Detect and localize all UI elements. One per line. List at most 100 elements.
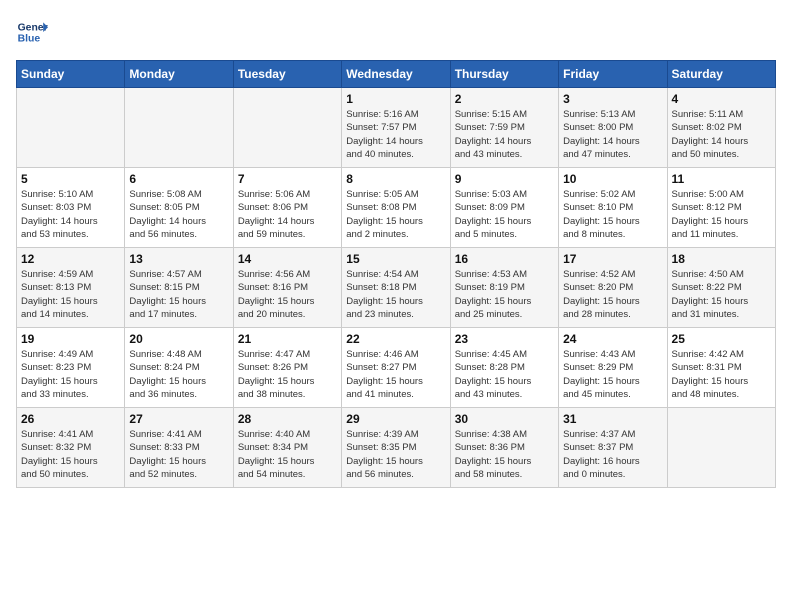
day-info: Sunrise: 5:02 AM Sunset: 8:10 PM Dayligh… <box>563 188 662 241</box>
day-number: 2 <box>455 92 554 106</box>
calendar-cell: 5Sunrise: 5:10 AM Sunset: 8:03 PM Daylig… <box>17 168 125 248</box>
day-number: 8 <box>346 172 445 186</box>
day-number: 10 <box>563 172 662 186</box>
calendar-body: 1 Sunrise: 5:16 AM Sunset: 7:57 PM Daylig… <box>17 88 776 488</box>
calendar-table: SundayMondayTuesdayWednesdayThursdayFrid… <box>16 60 776 488</box>
day-number: 23 <box>455 332 554 346</box>
day-info: Sunrise: 4:49 AM Sunset: 8:23 PM Dayligh… <box>21 348 120 401</box>
calendar-cell: 14 Sunrise: 4:56 AM Sunset: 8:16 PM Dayli… <box>233 248 341 328</box>
day-number: 30 <box>455 412 554 426</box>
calendar-cell: 20 Sunrise: 4:48 AM Sunset: 8:24 PM Dayli… <box>125 328 233 408</box>
day-info: Sunrise: 4:57 AM Sunset: 8:15 PM Dayligh… <box>129 268 228 321</box>
day-info: Sunrise: 5:00 AM Sunset: 8:12 PM Dayligh… <box>672 188 771 241</box>
calendar-cell: 16 Sunrise: 4:53 AM Sunset: 8:19 PM Dayli… <box>450 248 558 328</box>
weekday-header: Thursday <box>450 61 558 88</box>
calendar-cell: 30 Sunrise: 4:38 AM Sunset: 8:36 PM Dayli… <box>450 408 558 488</box>
day-info: Sunrise: 4:41 AM Sunset: 8:32 PM Dayligh… <box>21 428 120 481</box>
day-info: Sunrise: 4:48 AM Sunset: 8:24 PM Dayligh… <box>129 348 228 401</box>
calendar-week: 26 Sunrise: 4:41 AM Sunset: 8:32 PM Dayli… <box>17 408 776 488</box>
svg-text:Blue: Blue <box>18 34 41 45</box>
day-info: Sunrise: 4:56 AM Sunset: 8:16 PM Dayligh… <box>238 268 337 321</box>
calendar-cell: 27Sunrise: 4:41 AM Sunset: 8:33 PM Dayli… <box>125 408 233 488</box>
day-info: Sunrise: 5:10 AM Sunset: 8:03 PM Dayligh… <box>21 188 120 241</box>
calendar-cell: 7 Sunrise: 5:06 AM Sunset: 8:06 PM Daylig… <box>233 168 341 248</box>
day-number: 17 <box>563 252 662 266</box>
day-info: Sunrise: 4:39 AM Sunset: 8:35 PM Dayligh… <box>346 428 445 481</box>
day-number: 9 <box>455 172 554 186</box>
day-info: Sunrise: 4:53 AM Sunset: 8:19 PM Dayligh… <box>455 268 554 321</box>
day-info: Sunrise: 4:41 AM Sunset: 8:33 PM Dayligh… <box>129 428 228 481</box>
day-number: 28 <box>238 412 337 426</box>
day-info: Sunrise: 5:16 AM Sunset: 7:57 PM Dayligh… <box>346 108 445 161</box>
day-number: 22 <box>346 332 445 346</box>
day-number: 20 <box>129 332 228 346</box>
day-info: Sunrise: 4:42 AM Sunset: 8:31 PM Dayligh… <box>672 348 771 401</box>
day-number: 14 <box>238 252 337 266</box>
weekday-header: Wednesday <box>342 61 450 88</box>
day-info: Sunrise: 5:05 AM Sunset: 8:08 PM Dayligh… <box>346 188 445 241</box>
day-number: 6 <box>129 172 228 186</box>
weekday-header: Sunday <box>17 61 125 88</box>
weekday-header: Monday <box>125 61 233 88</box>
day-number: 26 <box>21 412 120 426</box>
day-number: 31 <box>563 412 662 426</box>
calendar-cell: 15Sunrise: 4:54 AM Sunset: 8:18 PM Dayli… <box>342 248 450 328</box>
calendar-cell: 31 Sunrise: 4:37 AM Sunset: 8:37 PM Dayli… <box>559 408 667 488</box>
logo: General Blue <box>16 16 48 48</box>
calendar-week: 5Sunrise: 5:10 AM Sunset: 8:03 PM Daylig… <box>17 168 776 248</box>
calendar-week: 19 Sunrise: 4:49 AM Sunset: 8:23 PM Dayli… <box>17 328 776 408</box>
day-info: Sunrise: 4:37 AM Sunset: 8:37 PM Dayligh… <box>563 428 662 481</box>
calendar-cell: 9 Sunrise: 5:03 AM Sunset: 8:09 PM Daylig… <box>450 168 558 248</box>
calendar-cell: 25 Sunrise: 4:42 AM Sunset: 8:31 PM Dayli… <box>667 328 775 408</box>
day-number: 24 <box>563 332 662 346</box>
day-info: Sunrise: 4:43 AM Sunset: 8:29 PM Dayligh… <box>563 348 662 401</box>
calendar-week: 12 Sunrise: 4:59 AM Sunset: 8:13 PM Dayli… <box>17 248 776 328</box>
day-number: 21 <box>238 332 337 346</box>
calendar-cell: 1 Sunrise: 5:16 AM Sunset: 7:57 PM Daylig… <box>342 88 450 168</box>
calendar-cell: 2 Sunrise: 5:15 AM Sunset: 7:59 PM Daylig… <box>450 88 558 168</box>
page-header: General Blue <box>16 16 776 48</box>
day-number: 25 <box>672 332 771 346</box>
weekday-header: Saturday <box>667 61 775 88</box>
day-number: 13 <box>129 252 228 266</box>
calendar-cell: 22 Sunrise: 4:46 AM Sunset: 8:27 PM Dayli… <box>342 328 450 408</box>
calendar-cell: 29 Sunrise: 4:39 AM Sunset: 8:35 PM Dayli… <box>342 408 450 488</box>
day-number: 16 <box>455 252 554 266</box>
day-number: 18 <box>672 252 771 266</box>
day-info: Sunrise: 5:13 AM Sunset: 8:00 PM Dayligh… <box>563 108 662 161</box>
day-number: 1 <box>346 92 445 106</box>
day-info: Sunrise: 5:15 AM Sunset: 7:59 PM Dayligh… <box>455 108 554 161</box>
calendar-cell <box>17 88 125 168</box>
day-info: Sunrise: 5:08 AM Sunset: 8:05 PM Dayligh… <box>129 188 228 241</box>
weekday-header: Friday <box>559 61 667 88</box>
calendar-cell: 21Sunrise: 4:47 AM Sunset: 8:26 PM Dayli… <box>233 328 341 408</box>
day-number: 29 <box>346 412 445 426</box>
calendar-week: 1 Sunrise: 5:16 AM Sunset: 7:57 PM Daylig… <box>17 88 776 168</box>
day-number: 12 <box>21 252 120 266</box>
calendar-cell: 26 Sunrise: 4:41 AM Sunset: 8:32 PM Dayli… <box>17 408 125 488</box>
day-info: Sunrise: 5:03 AM Sunset: 8:09 PM Dayligh… <box>455 188 554 241</box>
calendar-cell: 4Sunrise: 5:11 AM Sunset: 8:02 PM Daylig… <box>667 88 775 168</box>
day-info: Sunrise: 4:59 AM Sunset: 8:13 PM Dayligh… <box>21 268 120 321</box>
day-number: 11 <box>672 172 771 186</box>
calendar-cell <box>667 408 775 488</box>
day-info: Sunrise: 4:52 AM Sunset: 8:20 PM Dayligh… <box>563 268 662 321</box>
calendar-header: SundayMondayTuesdayWednesdayThursdayFrid… <box>17 61 776 88</box>
calendar-cell: 23Sunrise: 4:45 AM Sunset: 8:28 PM Dayli… <box>450 328 558 408</box>
day-info: Sunrise: 4:50 AM Sunset: 8:22 PM Dayligh… <box>672 268 771 321</box>
calendar-cell: 8 Sunrise: 5:05 AM Sunset: 8:08 PM Daylig… <box>342 168 450 248</box>
day-info: Sunrise: 4:46 AM Sunset: 8:27 PM Dayligh… <box>346 348 445 401</box>
day-number: 19 <box>21 332 120 346</box>
day-info: Sunrise: 4:38 AM Sunset: 8:36 PM Dayligh… <box>455 428 554 481</box>
calendar-cell: 28Sunrise: 4:40 AM Sunset: 8:34 PM Dayli… <box>233 408 341 488</box>
calendar-cell: 13 Sunrise: 4:57 AM Sunset: 8:15 PM Dayli… <box>125 248 233 328</box>
calendar-cell: 12 Sunrise: 4:59 AM Sunset: 8:13 PM Dayli… <box>17 248 125 328</box>
day-info: Sunrise: 5:11 AM Sunset: 8:02 PM Dayligh… <box>672 108 771 161</box>
logo-icon: General Blue <box>16 16 48 48</box>
day-number: 7 <box>238 172 337 186</box>
day-number: 3 <box>563 92 662 106</box>
day-info: Sunrise: 4:54 AM Sunset: 8:18 PM Dayligh… <box>346 268 445 321</box>
calendar-cell: 18 Sunrise: 4:50 AM Sunset: 8:22 PM Dayli… <box>667 248 775 328</box>
calendar-cell: 24 Sunrise: 4:43 AM Sunset: 8:29 PM Dayli… <box>559 328 667 408</box>
day-info: Sunrise: 5:06 AM Sunset: 8:06 PM Dayligh… <box>238 188 337 241</box>
